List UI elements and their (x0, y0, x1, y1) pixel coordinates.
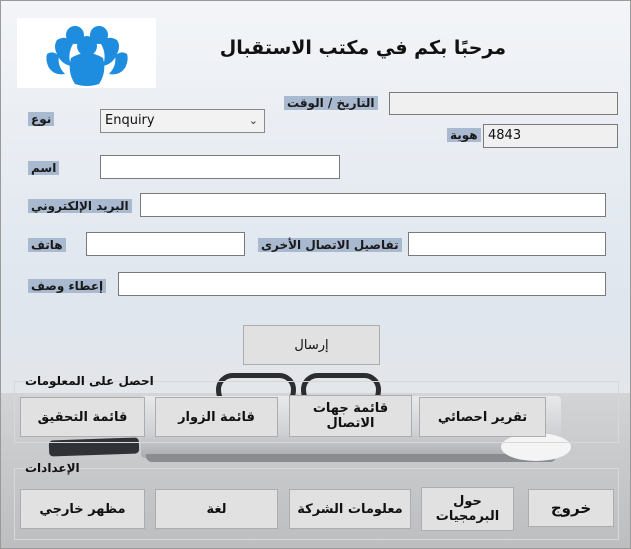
laptop-base-image (146, 454, 556, 462)
company-info-button[interactable]: معلومات الشركة (289, 489, 411, 529)
page-title: مرحبًا بكم في مكتب الاستقبال (219, 37, 506, 59)
description-label: إعطاء وصف (28, 279, 107, 293)
phone-label: هاتف (28, 238, 66, 252)
phone-field[interactable] (86, 232, 245, 256)
reception-window: مرحبًا بكم في مكتب الاستقبال نوع Enquiry… (0, 0, 631, 549)
other-contact-field[interactable] (408, 232, 606, 256)
other-contact-label: تفاصيل الاتصال الأخرى (258, 238, 402, 252)
logo (17, 18, 156, 88)
enquiry-list-button[interactable]: قائمة التحقيق (20, 397, 145, 437)
type-label: نوع (28, 112, 55, 126)
info-group-title: احصل على المعلومات (25, 374, 154, 388)
chevron-down-icon: ⌄ (248, 114, 258, 127)
people-logo-icon (46, 26, 128, 86)
email-label: البريد الإلكتروني (28, 199, 132, 213)
id-label: هوية (447, 128, 481, 142)
language-button[interactable]: لغة (155, 489, 278, 529)
settings-group-title: الإعدادات (25, 461, 80, 475)
name-field[interactable] (100, 155, 340, 179)
contacts-list-button[interactable]: قائمة جهات الاتصال (289, 395, 412, 437)
send-button[interactable]: إرسال (243, 325, 380, 365)
appearance-button[interactable]: مظهر خارجي (20, 489, 145, 529)
type-select-value: Enquiry (105, 113, 155, 128)
id-field[interactable]: 4843 (483, 124, 618, 148)
datetime-label: التاريخ / الوقت (284, 96, 378, 110)
visitors-list-button[interactable]: قائمة الزوار (155, 397, 278, 437)
datetime-field[interactable] (389, 92, 618, 115)
exit-button[interactable]: خروج (528, 489, 614, 527)
about-software-button[interactable]: حول البرمجيات (421, 487, 514, 531)
statistics-report-button[interactable]: تقرير احصائي (419, 397, 546, 437)
name-label: اسم (28, 161, 60, 175)
type-select[interactable]: Enquiry ⌄ (100, 109, 265, 133)
email-field[interactable] (140, 193, 606, 217)
description-field[interactable] (118, 272, 606, 296)
